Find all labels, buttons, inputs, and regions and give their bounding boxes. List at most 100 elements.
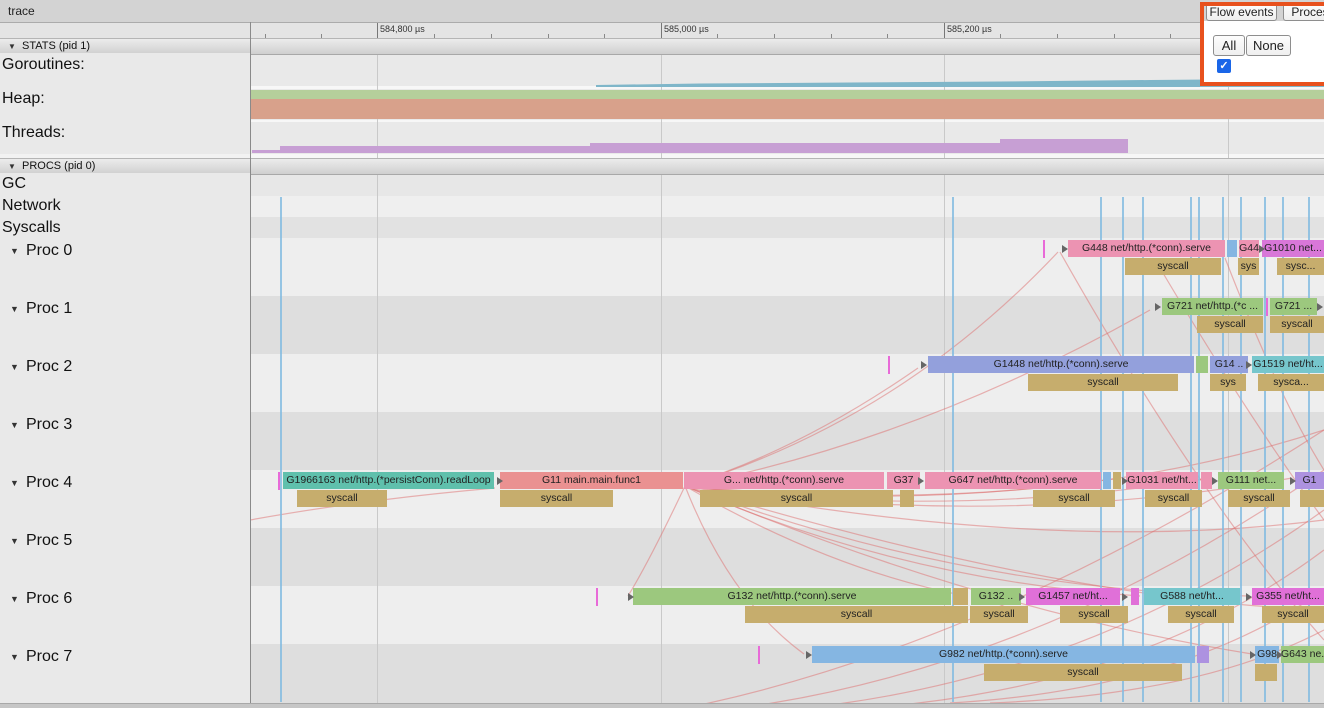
trace-span-syscall[interactable]: sysca... <box>1258 374 1324 391</box>
trace-span[interactable]: G647 net/http.(*conn).serve <box>925 472 1101 489</box>
trace-span-syscall[interactable]: syscall <box>745 606 968 623</box>
trace-span[interactable]: G721 net/http.(*c ... <box>1162 298 1263 315</box>
trace-span-syscall[interactable]: syscall <box>970 606 1028 623</box>
trace-span-syscall[interactable]: syscall <box>1145 490 1202 507</box>
trace-span[interactable]: G1457 net/ht... <box>1026 588 1120 605</box>
proc-row-label: Proc 4 <box>26 474 72 492</box>
trace-span[interactable] <box>1227 240 1237 257</box>
trace-span[interactable]: G132 net/http.(*conn).serve <box>633 588 951 605</box>
trace-span-syscall[interactable]: sysc... <box>1277 258 1324 275</box>
trace-span[interactable]: G448 net/http.(*conn).serve <box>1068 240 1225 257</box>
instant-event-marker[interactable] <box>758 646 760 664</box>
trace-span-syscall[interactable]: syscall <box>1060 606 1128 623</box>
sidebar-item-proc-7[interactable]: ▼Proc 7 <box>0 648 250 668</box>
trace-span-syscall[interactable]: syscall <box>1125 258 1221 275</box>
trace-span-syscall[interactable]: syscall <box>1270 316 1324 333</box>
flow-event-arc <box>685 368 918 486</box>
instant-event-marker[interactable] <box>888 356 890 374</box>
sidebar-item-proc-4[interactable]: ▼Proc 4 <box>0 474 250 494</box>
timeline-ruler[interactable]: 584,800 µs585,000 µs585,200 µs <box>0 23 1324 39</box>
trace-span[interactable] <box>1201 472 1212 489</box>
trace-span[interactable] <box>1196 356 1208 373</box>
trace-span[interactable]: G1966163 net/http.(*persistConn).readLoo… <box>283 472 494 489</box>
trace-span[interactable]: G1031 net/ht... <box>1126 472 1198 489</box>
trace-span-syscall[interactable]: syscall <box>1033 490 1115 507</box>
trace-span-syscall[interactable]: sys <box>1238 258 1259 275</box>
trace-span[interactable] <box>953 588 968 605</box>
trace-span[interactable]: G44 <box>1239 240 1259 257</box>
sidebar-item-proc-2[interactable]: ▼Proc 2 <box>0 358 250 378</box>
span-start-arrow-icon <box>1277 651 1283 659</box>
span-start-arrow-icon <box>918 477 924 485</box>
ruler-tick-label: 585,000 µs <box>664 24 709 34</box>
trace-span[interactable]: G98 <box>1255 646 1279 663</box>
flow-event-arc <box>685 486 804 654</box>
trace-span[interactable] <box>1113 472 1121 489</box>
ruler-major-tick <box>377 23 378 38</box>
trace-span[interactable]: G11 main.main.func1 <box>500 472 683 489</box>
trace-span-syscall[interactable] <box>1255 664 1277 681</box>
sidebar-item-proc-3[interactable]: ▼Proc 3 <box>0 416 250 436</box>
trace-span-syscall[interactable]: syscall <box>984 664 1182 681</box>
instant-event-marker[interactable] <box>596 588 598 606</box>
sidebar-item-proc-6[interactable]: ▼Proc 6 <box>0 590 250 610</box>
trace-span-syscall[interactable] <box>900 490 914 507</box>
trace-span[interactable]: G1 <box>1295 472 1324 489</box>
trace-span-syscall[interactable]: syscall <box>1028 374 1178 391</box>
instant-event-marker[interactable] <box>1266 298 1268 316</box>
trace-span[interactable]: G132 .. <box>971 588 1021 605</box>
ruler-major-tick <box>661 23 662 38</box>
network-event-line <box>1100 197 1102 702</box>
trace-span[interactable]: G37 <box>887 472 920 489</box>
title-bar <box>0 0 1324 23</box>
bottom-scrollbar[interactable] <box>0 703 1324 708</box>
sidebar-item-proc-5[interactable]: ▼Proc 5 <box>0 532 250 552</box>
trace-span-syscall[interactable]: syscall <box>297 490 387 507</box>
trace-span[interactable]: G588 net/ht... <box>1144 588 1240 605</box>
threads-counter-step <box>590 143 1000 153</box>
trace-span-syscall[interactable]: syscall <box>1197 316 1263 333</box>
instant-event-marker[interactable] <box>1043 240 1045 258</box>
trace-span[interactable] <box>1197 646 1209 663</box>
trace-span[interactable]: G1448 net/http.(*conn).serve <box>928 356 1194 373</box>
timeline-canvas[interactable]: G448 net/http.(*conn).serve G44G1010 net.… <box>250 38 1324 703</box>
trace-span[interactable]: G1519 net/ht... <box>1252 356 1324 373</box>
trace-span-syscall[interactable] <box>1300 490 1324 507</box>
trace-span[interactable] <box>1131 588 1139 605</box>
trace-span[interactable]: G1010 net... <box>1262 240 1324 257</box>
trace-span-syscall[interactable]: syscall <box>1168 606 1234 623</box>
trace-span-syscall[interactable]: syscall <box>1262 606 1324 623</box>
page-title: trace <box>8 4 35 18</box>
procs-sidebar: GCNetworkSyscalls▼Proc 0▼Proc 1▼Proc 2▼P… <box>0 173 250 703</box>
trace-span[interactable]: G643 ne... <box>1281 646 1324 663</box>
heap-counter-band-1 <box>250 99 1324 119</box>
ruler-tick-label: 584,800 µs <box>380 24 425 34</box>
collapse-triangle-icon: ▼ <box>10 420 19 430</box>
collapse-triangle-icon: ▼ <box>10 362 19 372</box>
trace-span[interactable]: G355 net/ht... <box>1252 588 1324 605</box>
trace-span[interactable]: G111 net... <box>1218 472 1284 489</box>
trace-span[interactable]: G14 .. <box>1210 356 1248 373</box>
instant-event-marker[interactable] <box>278 472 280 490</box>
span-start-arrow-icon <box>1246 361 1252 369</box>
trace-span[interactable]: G982 net/http.(*conn).serve <box>812 646 1195 663</box>
collapse-triangle-icon: ▼ <box>10 652 19 662</box>
trace-span-syscall[interactable]: sys <box>1210 374 1246 391</box>
heap-counter-band-0 <box>250 90 1324 99</box>
trace-span-syscall[interactable]: syscall <box>700 490 893 507</box>
sidebar-item-proc-1[interactable]: ▼Proc 1 <box>0 300 250 320</box>
sidebar-item-proc-0[interactable]: ▼Proc 0 <box>0 242 250 262</box>
proc-row-label: Proc 5 <box>26 532 72 550</box>
sidebar-divider <box>250 22 251 703</box>
network-event-line <box>952 197 954 702</box>
span-start-arrow-icon <box>1317 303 1323 311</box>
span-start-arrow-icon <box>1290 477 1296 485</box>
network-event-line <box>1264 197 1266 702</box>
trace-span-syscall[interactable]: syscall <box>500 490 613 507</box>
trace-span[interactable]: G721 ... <box>1270 298 1317 315</box>
trace-span[interactable]: G... net/http.(*conn).serve <box>684 472 884 489</box>
trace-span[interactable] <box>1103 472 1111 489</box>
event-row-label: Network <box>2 197 61 215</box>
trace-span-syscall[interactable]: syscall <box>1228 490 1290 507</box>
threads-counter-step <box>252 150 280 153</box>
